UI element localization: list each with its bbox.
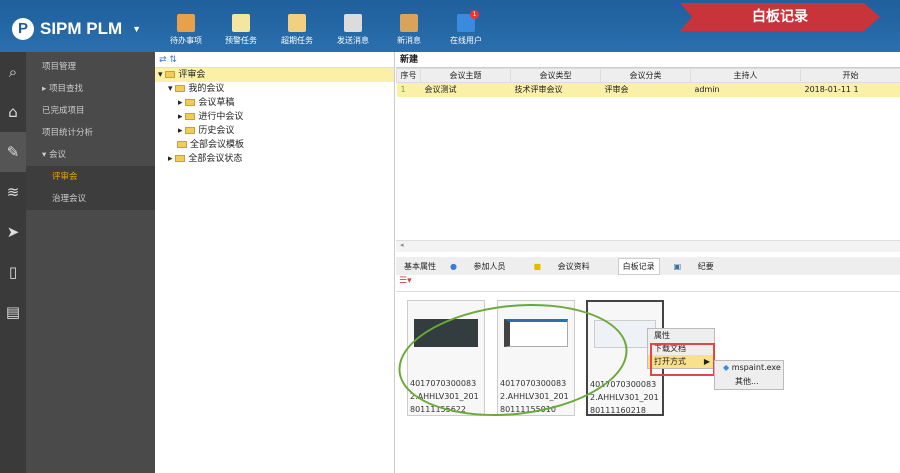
label: 评审会 — [178, 70, 206, 80]
header: P SIPM PLM ▼ 待办事项 预警任务 超期任务 发送消息 新消息 1 在线用户… — [0, 0, 900, 52]
card-icon[interactable]: ▤ — [0, 292, 26, 332]
refresh-icon[interactable]: ⇄ — [159, 55, 167, 65]
app-logo[interactable]: P SIPM PLM ▼ — [12, 18, 141, 40]
label: 全部会议模板 — [190, 140, 245, 150]
send-message-button[interactable]: 发送消息 — [325, 14, 381, 46]
app-title: SIPM PLM — [40, 19, 123, 38]
tree-node[interactable]: ▸ 会议草稿 — [155, 96, 394, 110]
sidebar-item[interactable]: 治理会议 — [26, 188, 155, 210]
table-row[interactable]: 1 会议测试 技术评审会议 评审会 admin 2018-01-11 1 — [396, 82, 900, 97]
label: 进行中会议 — [198, 112, 244, 122]
label: 纪要 — [697, 261, 714, 271]
label: 项目查找 — [48, 84, 83, 94]
new-message-button[interactable]: 新消息 — [381, 14, 437, 46]
todo-label: 待办事项 — [170, 36, 202, 45]
tree-node[interactable]: ▸ 历史会议 — [155, 124, 394, 138]
inbox-icon — [400, 14, 418, 32]
highlight-box — [650, 343, 715, 376]
tab-whiteboard[interactable]: 白板记录 — [617, 257, 660, 275]
label: 历史会议 — [198, 126, 235, 136]
meeting-table: 序号 会议主题 会议类型 会议分类 主持人 开始 1 会议测试 技术评审会议 评审会 admin 2… — [396, 68, 900, 97]
icon-bar: ⌕ ⌂ ✎ ≋ ➤ ▯ ▤ — [0, 52, 26, 473]
tree-node[interactable]: ▸ 全部会议状态 — [155, 152, 394, 166]
todo-icon — [177, 14, 195, 32]
sidebar: 项目管理 ▸ 项目查找 已完成项目 项目统计分析 ▾ 会议 评审会 治理会议 — [26, 52, 155, 473]
tab-basic[interactable]: 基本属性 — [404, 261, 436, 272]
chevron-down-icon[interactable]: ▼ — [132, 24, 141, 34]
users-icon: 1 — [457, 10, 479, 32]
sidebar-item[interactable]: ▸ 项目查找 — [26, 78, 155, 100]
user-icon: ● — [450, 261, 457, 271]
col-header[interactable]: 主持人 — [690, 68, 801, 83]
warning-icon — [232, 14, 250, 32]
col-header[interactable]: 会议主题 — [420, 68, 511, 83]
send-label: 发送消息 — [337, 36, 369, 45]
tree-node[interactable]: ▾ 我的会议 — [155, 82, 394, 96]
file-icon: ■ — [533, 261, 542, 271]
horizontal-scrollbar[interactable]: ◂ — [396, 240, 900, 252]
col-header[interactable]: 序号 — [396, 68, 421, 83]
todo-button[interactable]: 待办事项 — [158, 14, 214, 46]
tab-materials[interactable]: ■ 会议资料 — [534, 261, 604, 272]
cell: 技术评审会议 — [510, 82, 601, 97]
home-icon[interactable]: ⌂ — [0, 92, 26, 132]
paint-icon: ◆ — [723, 363, 730, 372]
tab-new[interactable]: 新建 — [396, 52, 900, 68]
banner: 白板记录 — [680, 3, 880, 31]
new-msg-label: 新消息 — [397, 36, 421, 45]
label: 会议 — [48, 150, 66, 160]
minutes-icon: ▣ — [673, 261, 682, 271]
overdue-icon — [288, 14, 306, 32]
submenu: ◆ mspaint.exe 其他... — [714, 360, 784, 390]
tree-toolbar: ⇄ ⇅ — [155, 52, 394, 68]
menu-item-properties[interactable]: 属性 — [648, 329, 714, 342]
search-icon[interactable]: ⌕ — [0, 52, 26, 92]
view-mode-icon[interactable]: ☰▾ — [396, 276, 412, 286]
sidebar-item[interactable]: 项目统计分析 — [26, 122, 155, 144]
tree-node[interactable]: ▾ 评审会 — [155, 68, 394, 82]
tab-minutes[interactable]: ▣ 纪要 — [674, 261, 728, 272]
label: mspaint.exe — [731, 363, 781, 372]
cell: 2018-01-11 1 — [800, 82, 900, 97]
tab-participants[interactable]: ● 参加人员 — [450, 261, 520, 272]
logo-icon: P — [12, 18, 34, 40]
send-icon[interactable]: ➤ — [0, 212, 26, 252]
label: 会议资料 — [557, 261, 590, 271]
overdue-label: 超期任务 — [281, 36, 313, 45]
col-header[interactable]: 会议类型 — [510, 68, 601, 83]
tree-node[interactable]: ▸ 进行中会议 — [155, 110, 394, 124]
label: 我的会议 — [188, 84, 225, 94]
online-label: 在线用户 — [450, 36, 482, 45]
col-header[interactable]: 会议分类 — [600, 68, 691, 83]
cell: 1 — [396, 82, 421, 97]
label: 参加人员 — [473, 261, 506, 271]
tree-node[interactable]: 全部会议模板 — [155, 138, 394, 152]
col-header[interactable]: 开始 — [800, 68, 900, 83]
expand-icon[interactable]: ⇅ — [169, 55, 177, 65]
cell: admin — [690, 82, 801, 97]
sidebar-item[interactable]: ▾ 会议 — [26, 144, 155, 166]
overdue-task-button[interactable]: 超期任务 — [269, 14, 325, 46]
sidebar-item-selected[interactable]: 评审会 — [26, 166, 155, 188]
sidebar-item[interactable]: 已完成项目 — [26, 100, 155, 122]
online-users-button[interactable]: 1 在线用户 — [438, 10, 494, 46]
label: 全部会议状态 — [188, 154, 243, 164]
edit-icon[interactable]: ✎ — [0, 132, 26, 172]
mail-icon — [344, 14, 362, 32]
warning-label: 预警任务 — [225, 36, 257, 45]
sidebar-item[interactable]: 项目管理 — [26, 56, 155, 78]
cell: 会议测试 — [420, 82, 511, 97]
menu-item-other[interactable]: 其他... — [715, 375, 783, 389]
book-icon[interactable]: ▯ — [0, 252, 26, 292]
database-icon[interactable]: ≋ — [0, 172, 26, 212]
menu-item-mspaint[interactable]: ◆ mspaint.exe — [715, 361, 783, 375]
badge: 1 — [470, 10, 479, 19]
view-toolbar: ☰▾ — [396, 276, 900, 292]
warning-task-button[interactable]: 预警任务 — [213, 14, 269, 46]
detail-tabs: 基本属性 ● 参加人员 ■ 会议资料 白板记录 ▣ 纪要 — [396, 257, 900, 275]
cell: 评审会 — [600, 82, 691, 97]
tree-panel: ⇄ ⇅ ▾ 评审会 ▾ 我的会议 ▸ 会议草稿 ▸ 进行中会议 ▸ 历史会议 全… — [155, 52, 395, 473]
label: 会议草稿 — [198, 98, 235, 108]
